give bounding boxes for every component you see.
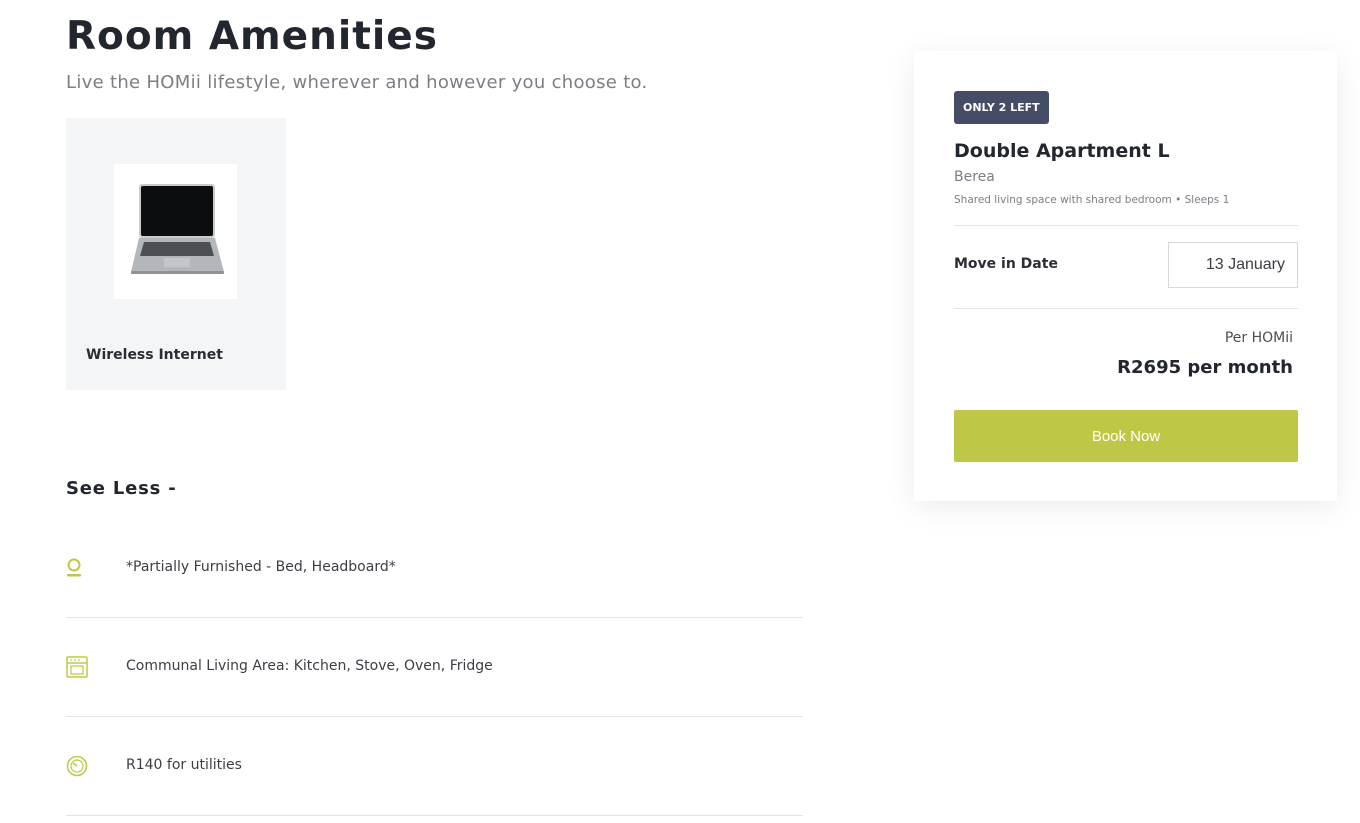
feature-row-communal-living: Communal Living Area: Kitchen, Stove, Ov… (66, 618, 803, 717)
divider (954, 308, 1298, 309)
move-in-date-label: Move in Date (954, 256, 1058, 272)
apartment-location: Berea (954, 169, 995, 185)
feature-text: R140 for utilities (126, 757, 242, 773)
feature-row-furnished: *Partially Furnished - Bed, Headboard* (66, 519, 803, 618)
oven-icon (66, 656, 88, 678)
page-subtitle: Live the HOMii lifestyle, wherever and h… (66, 72, 648, 93)
book-now-button[interactable]: Book Now (954, 410, 1298, 462)
divider (954, 225, 1298, 226)
feature-row-utilities: R140 for utilities (66, 717, 803, 816)
booking-card: ONLY 2 LEFT Double Apartment L Berea Sha… (914, 51, 1337, 501)
feature-text: *Partially Furnished - Bed, Headboard* (126, 559, 396, 575)
page-title: Room Amenities (66, 14, 438, 59)
feature-text: Communal Living Area: Kitchen, Stove, Ov… (126, 658, 493, 674)
meter-icon (66, 755, 88, 777)
laptop-image (114, 164, 237, 299)
move-in-date-field[interactable] (1168, 242, 1298, 288)
apartment-name: Double Apartment L (954, 140, 1170, 162)
availability-badge: ONLY 2 LEFT (954, 91, 1049, 124)
apartment-description: Shared living space with shared bedroom … (954, 194, 1230, 206)
amenity-label: Wireless Internet (86, 347, 223, 363)
price-unit-label: Per HOMii (1224, 330, 1293, 346)
amenity-card-wireless-internet: Wireless Internet (66, 118, 286, 390)
lamp-icon (66, 557, 88, 579)
price: R2695 per month (1117, 357, 1293, 378)
see-less-toggle[interactable]: See Less - (66, 478, 177, 499)
